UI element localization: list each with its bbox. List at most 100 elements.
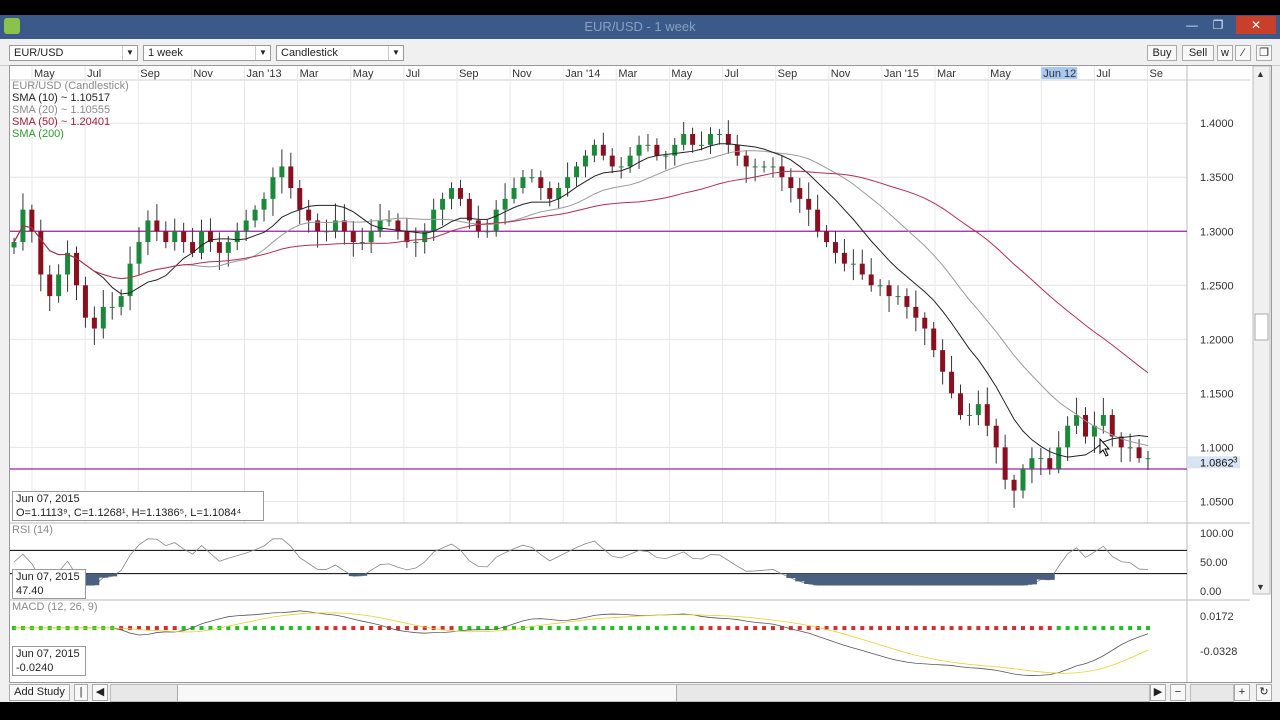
rsi-oversold-fill bbox=[911, 573, 921, 586]
candle-body bbox=[681, 134, 687, 145]
macd-histogram-bar bbox=[538, 626, 543, 631]
rsi-oversold-fill bbox=[973, 573, 984, 586]
macd-histogram-bar bbox=[270, 626, 275, 631]
macd-histogram-bar bbox=[869, 626, 874, 631]
legend-item: EUR/USD (Candlestick) bbox=[12, 80, 129, 92]
time-axis-label: May bbox=[671, 68, 692, 80]
macd-signal-line bbox=[14, 612, 1149, 674]
candle-body bbox=[1029, 458, 1035, 469]
time-axis-label: Jul bbox=[87, 68, 101, 80]
buy-button[interactable]: Buy bbox=[1147, 45, 1177, 61]
macd-histogram-bar bbox=[958, 626, 963, 631]
candle-body bbox=[234, 231, 240, 243]
macd-histogram-bar bbox=[851, 626, 856, 631]
candle-body bbox=[574, 166, 580, 178]
horizontal-scrollbar[interactable] bbox=[110, 684, 1150, 702]
candle-body bbox=[1074, 414, 1080, 426]
rsi-oversold-fill bbox=[1009, 573, 1020, 586]
candle-body bbox=[386, 220, 392, 222]
sell-button[interactable]: Sell bbox=[1182, 45, 1214, 61]
zoom-in-icon[interactable]: + bbox=[1234, 684, 1250, 701]
candle-body bbox=[1127, 447, 1133, 449]
candle-body bbox=[109, 306, 115, 308]
time-axis-label: Jan '13 bbox=[246, 68, 281, 80]
chart-type-select[interactable]: Candlestick ▼ bbox=[276, 45, 404, 61]
macd-histogram-bar bbox=[288, 626, 293, 631]
current-price-label: 1.0862 bbox=[1200, 457, 1234, 469]
macd-date: Jun 07, 2015 bbox=[16, 648, 80, 660]
macd-histogram-bar bbox=[1038, 626, 1043, 631]
candle-body bbox=[743, 155, 749, 167]
candle-body bbox=[484, 231, 490, 233]
chart-area[interactable]: May Jul Sep Nov Jan '13 Mar May Jul Sep Nov Jan '1… bbox=[9, 65, 1272, 683]
scroll-down-icon: ▼ bbox=[1256, 582, 1265, 592]
crosshair-date: Jun 07, 2015 bbox=[16, 493, 80, 505]
candle-body bbox=[895, 296, 901, 298]
scrollbar-thumb[interactable] bbox=[177, 685, 677, 701]
candle-body bbox=[931, 328, 937, 351]
rsi-oversold-fill bbox=[866, 573, 877, 586]
candle-body bbox=[841, 252, 847, 264]
scroll-left-end-icon[interactable]: | bbox=[74, 684, 88, 701]
interval-select-value: 1 week bbox=[148, 47, 183, 59]
macd-histogram-bar bbox=[994, 626, 999, 631]
candle-body bbox=[449, 188, 455, 199]
candle-body bbox=[707, 134, 713, 145]
add-study-button[interactable]: Add Study bbox=[9, 684, 70, 701]
candle-body bbox=[859, 263, 865, 275]
bottom-frame bbox=[0, 702, 1280, 720]
rsi-oversold-fill bbox=[857, 573, 868, 586]
candle-body bbox=[690, 134, 696, 145]
macd-histogram-bar bbox=[172, 626, 177, 631]
reset-icon[interactable]: ↻ bbox=[1256, 684, 1272, 701]
macd-histogram-bar bbox=[1101, 626, 1106, 631]
candle-body bbox=[56, 274, 62, 297]
chart-type-select-value: Candlestick bbox=[281, 47, 338, 59]
draw-tools-icon[interactable]: w bbox=[1217, 45, 1233, 61]
candle-body bbox=[466, 198, 472, 221]
candle-body bbox=[788, 177, 794, 189]
restore-icon[interactable]: ❐ bbox=[1208, 16, 1228, 34]
status-bar: Add Study | ◀ ▶ − + ↻ bbox=[0, 683, 1280, 702]
candle-body bbox=[350, 231, 356, 243]
macd-histogram-bar bbox=[654, 626, 659, 631]
macd-histogram-bar bbox=[413, 626, 418, 631]
scroll-left-icon[interactable]: ◀ bbox=[92, 684, 108, 701]
macd-histogram-bar bbox=[949, 626, 954, 631]
rsi-info-box: Jun 07, 2015 47.40 bbox=[12, 569, 86, 599]
popout-icon[interactable]: ❐ bbox=[1256, 45, 1272, 61]
rsi-oversold-fill bbox=[991, 573, 1002, 586]
price-axis-label: 1.2500 bbox=[1200, 280, 1234, 292]
candle-body bbox=[199, 231, 205, 253]
zoom-out-icon[interactable]: − bbox=[1170, 684, 1186, 701]
macd-histogram-bar bbox=[369, 626, 374, 631]
macd-histogram-bar bbox=[1020, 626, 1025, 631]
interval-select[interactable]: 1 week ▼ bbox=[143, 45, 271, 61]
rsi-oversold-fill bbox=[956, 573, 966, 586]
candle-body bbox=[654, 144, 660, 156]
symbol-select[interactable]: EUR/USD ▼ bbox=[9, 45, 138, 61]
candle-body bbox=[1056, 447, 1062, 469]
candle-body bbox=[145, 220, 151, 243]
candle-body bbox=[752, 166, 758, 168]
line-tool-icon[interactable]: ∕ bbox=[1235, 45, 1251, 61]
scroll-right-icon[interactable]: ▶ bbox=[1150, 684, 1166, 701]
time-axis-label: Nov bbox=[831, 68, 851, 80]
candle-body bbox=[618, 166, 624, 168]
macd-histogram-bar bbox=[351, 626, 356, 631]
time-axis-label: May bbox=[353, 68, 374, 80]
candle-body bbox=[966, 414, 972, 416]
minimize-icon[interactable]: — bbox=[1182, 16, 1202, 34]
rsi-oversold-fill bbox=[1045, 573, 1055, 580]
candle-body bbox=[591, 144, 597, 156]
candle-body bbox=[297, 188, 303, 210]
zoom-slider[interactable] bbox=[1190, 684, 1234, 702]
rsi-oversold-fill bbox=[839, 573, 850, 586]
time-axis-label: Nov bbox=[193, 68, 213, 80]
chart-svg[interactable]: May Jul Sep Nov Jan '13 Mar May Jul Sep Nov Jan '1… bbox=[10, 66, 1271, 682]
macd-histogram-bar bbox=[976, 626, 981, 631]
macd-histogram-bar bbox=[913, 626, 918, 631]
close-icon[interactable]: ✕ bbox=[1236, 16, 1276, 34]
time-axis-label: Jan '15 bbox=[884, 68, 919, 80]
macd-histogram-bar bbox=[601, 626, 606, 631]
